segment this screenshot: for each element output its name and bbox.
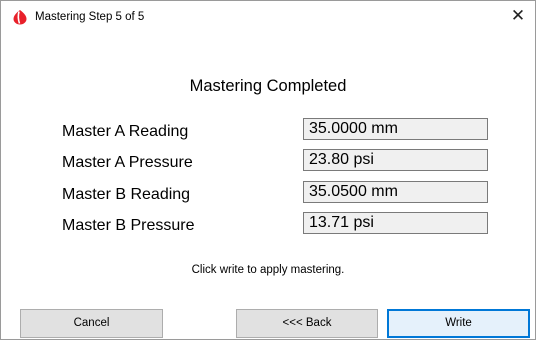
label-master-b-reading: Master B Reading [62,186,191,203]
label-master-b-pressure: Master B Pressure [62,217,195,234]
value-master-b-pressure: 13.71 psi [303,212,488,234]
dialog-window: Mastering Step 5 of 5 ✕ Mastering Comple… [0,0,536,340]
close-icon: ✕ [510,6,526,25]
back-button[interactable]: <<< Back [236,309,378,338]
cancel-button[interactable]: Cancel [20,309,163,338]
close-button[interactable]: ✕ [501,1,535,31]
value-master-a-pressure: 23.80 psi [303,149,488,171]
value-master-a-reading: 35.0000 mm [303,118,488,140]
app-logo-icon [13,10,27,25]
label-master-a-pressure: Master A Pressure [62,154,193,171]
label-master-a-reading: Master A Reading [62,123,189,140]
page-title: Mastering Completed [189,77,347,95]
title-bar: Mastering Step 5 of 5 ✕ [1,1,535,31]
window-title: Mastering Step 5 of 5 [35,11,145,23]
value-master-b-reading: 35.0500 mm [303,181,488,203]
instruction-text: Click write to apply mastering. [191,264,345,276]
write-button[interactable]: Write [387,309,530,338]
